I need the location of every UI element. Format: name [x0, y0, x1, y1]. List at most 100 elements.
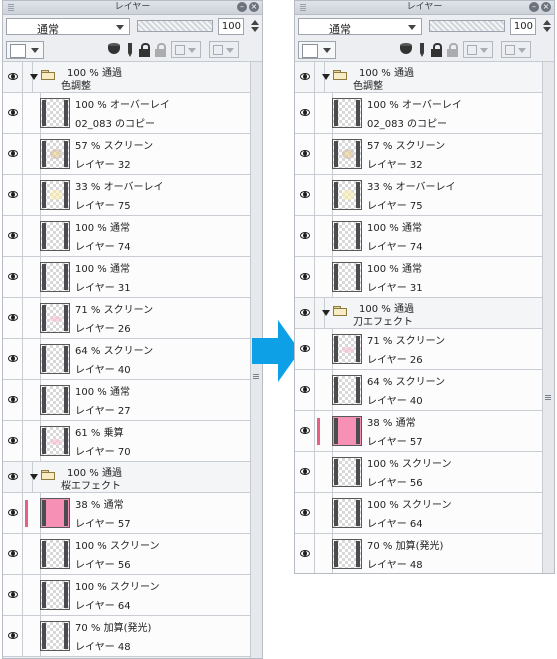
layer-row[interactable]: 57 % スクリーン レイヤー 32: [295, 134, 543, 175]
mask-button[interactable]: [209, 41, 239, 58]
visibility-toggle[interactable]: [295, 411, 315, 451]
opacity-slider[interactable]: [137, 20, 213, 32]
layer-thumbnail[interactable]: [40, 221, 70, 251]
layer-thumbnail[interactable]: [332, 539, 362, 569]
scrollbar-grip-icon[interactable]: [545, 395, 551, 401]
close-icon[interactable]: ×: [249, 2, 259, 12]
lock-icon[interactable]: [139, 43, 150, 57]
panel-titlebar[interactable]: レイヤー – ×: [3, 1, 262, 15]
minimize-icon[interactable]: –: [237, 2, 247, 12]
layer-thumbnail[interactable]: [40, 539, 70, 569]
clipping-column[interactable]: [315, 452, 333, 492]
layer-row[interactable]: 100 % スクリーン レイヤー 64: [3, 575, 251, 616]
layer-thumbnail[interactable]: [40, 344, 70, 374]
visibility-toggle[interactable]: [3, 575, 23, 615]
layer-thumbnail[interactable]: [40, 303, 70, 333]
clipping-column[interactable]: [315, 216, 333, 256]
layer-row[interactable]: 100 % スクリーン レイヤー 56: [295, 452, 543, 493]
clipping-column[interactable]: [23, 534, 41, 574]
layer-thumbnail[interactable]: [332, 139, 362, 169]
clipping-column[interactable]: [23, 380, 41, 420]
layer-thumbnail[interactable]: [332, 262, 362, 292]
visibility-toggle[interactable]: [3, 134, 23, 174]
opacity-spinner[interactable]: [541, 18, 552, 35]
clipping-column[interactable]: [315, 93, 333, 133]
visibility-toggle[interactable]: [295, 62, 315, 92]
draft-layer-icon[interactable]: [126, 43, 134, 57]
visibility-toggle[interactable]: [295, 216, 315, 256]
clipping-column[interactable]: [23, 175, 41, 215]
layer-thumbnail[interactable]: [332, 498, 362, 528]
layer-row[interactable]: 71 % スクリーン レイヤー 26: [295, 329, 543, 370]
lock-transparency-icon[interactable]: [155, 43, 166, 57]
layer-row[interactable]: 100 % オーバーレイ 02_083 のコピー: [295, 93, 543, 134]
visibility-toggle[interactable]: [3, 534, 23, 574]
layer-folder-row[interactable]: 100 % 通過 刀エフェクト: [295, 298, 543, 329]
layer-row[interactable]: 64 % スクリーン レイヤー 40: [3, 339, 251, 380]
layer-row[interactable]: 71 % スクリーン レイヤー 26: [3, 298, 251, 339]
layer-thumbnail[interactable]: [332, 334, 362, 364]
layer-row[interactable]: 100 % オーバーレイ 02_083 のコピー: [3, 93, 251, 134]
layer-folder-row[interactable]: 100 % 通過 色調整: [295, 62, 543, 93]
layer-row[interactable]: 100 % スクリーン レイヤー 56: [3, 534, 251, 575]
visibility-toggle[interactable]: [295, 134, 315, 174]
layer-color-button[interactable]: [6, 41, 44, 59]
layer-color-button[interactable]: [298, 41, 336, 59]
layer-row[interactable]: 38 % 通常 レイヤー 57: [3, 493, 251, 534]
visibility-toggle[interactable]: [295, 175, 315, 215]
layer-row[interactable]: 100 % 通常 レイヤー 31: [295, 257, 543, 298]
visibility-toggle[interactable]: [295, 493, 315, 533]
opacity-slider[interactable]: [429, 20, 505, 32]
clip-mask-button[interactable]: [463, 41, 493, 58]
clipping-column[interactable]: [23, 421, 41, 461]
opacity-input[interactable]: 100: [218, 18, 244, 35]
visibility-toggle[interactable]: [295, 298, 315, 328]
clipping-column[interactable]: [315, 329, 333, 369]
layer-row[interactable]: 100 % スクリーン レイヤー 64: [295, 493, 543, 534]
clipping-column[interactable]: [23, 257, 41, 297]
close-icon[interactable]: ×: [541, 2, 551, 12]
visibility-toggle[interactable]: [295, 452, 315, 492]
visibility-toggle[interactable]: [295, 370, 315, 410]
visibility-toggle[interactable]: [3, 421, 23, 461]
clipping-column[interactable]: [315, 534, 333, 573]
clipping-column[interactable]: [23, 616, 41, 656]
visibility-toggle[interactable]: [3, 257, 23, 297]
opacity-spinner[interactable]: [249, 18, 260, 35]
clipping-column[interactable]: [23, 134, 41, 174]
visibility-toggle[interactable]: [3, 462, 23, 492]
folder-expand-icon[interactable]: [322, 74, 330, 80]
visibility-toggle[interactable]: [3, 175, 23, 215]
draft-layer-icon[interactable]: [418, 43, 426, 57]
layer-thumbnail[interactable]: [332, 416, 362, 446]
clipping-column[interactable]: [23, 298, 41, 338]
visibility-toggle[interactable]: [3, 616, 23, 656]
layer-folder-row[interactable]: 100 % 通過 色調整: [3, 62, 251, 93]
folder-expand-icon[interactable]: [30, 74, 38, 80]
layer-row[interactable]: 100 % 通常 レイヤー 31: [3, 257, 251, 298]
blend-mode-select[interactable]: 通常: [298, 18, 422, 36]
reference-layer-icon[interactable]: [400, 43, 412, 57]
clipping-column[interactable]: [315, 134, 333, 174]
layer-row[interactable]: 64 % スクリーン レイヤー 40: [295, 370, 543, 411]
lock-transparency-icon[interactable]: [447, 43, 458, 57]
visibility-toggle[interactable]: [3, 493, 23, 533]
layer-thumbnail[interactable]: [40, 580, 70, 610]
layer-row[interactable]: 70 % 加算(発光) レイヤー 48: [3, 616, 251, 657]
clipping-column[interactable]: [23, 575, 41, 615]
layer-row[interactable]: 70 % 加算(発光) レイヤー 48: [295, 534, 543, 573]
visibility-toggle[interactable]: [295, 534, 315, 573]
visibility-toggle[interactable]: [3, 339, 23, 379]
layer-row[interactable]: 100 % 通常 レイヤー 74: [295, 216, 543, 257]
layer-thumbnail[interactable]: [40, 621, 70, 651]
visibility-toggle[interactable]: [295, 329, 315, 369]
clip-mask-button[interactable]: [171, 41, 201, 58]
layer-row[interactable]: 38 % 通常 レイヤー 57: [295, 411, 543, 452]
layer-row[interactable]: 61 % 乗算 レイヤー 70: [3, 421, 251, 462]
layer-thumbnail[interactable]: [332, 221, 362, 251]
visibility-toggle[interactable]: [3, 62, 23, 92]
visibility-toggle[interactable]: [3, 380, 23, 420]
layer-row[interactable]: 100 % 通常 レイヤー 74: [3, 216, 251, 257]
visibility-toggle[interactable]: [295, 93, 315, 133]
clipping-column[interactable]: [315, 257, 333, 297]
